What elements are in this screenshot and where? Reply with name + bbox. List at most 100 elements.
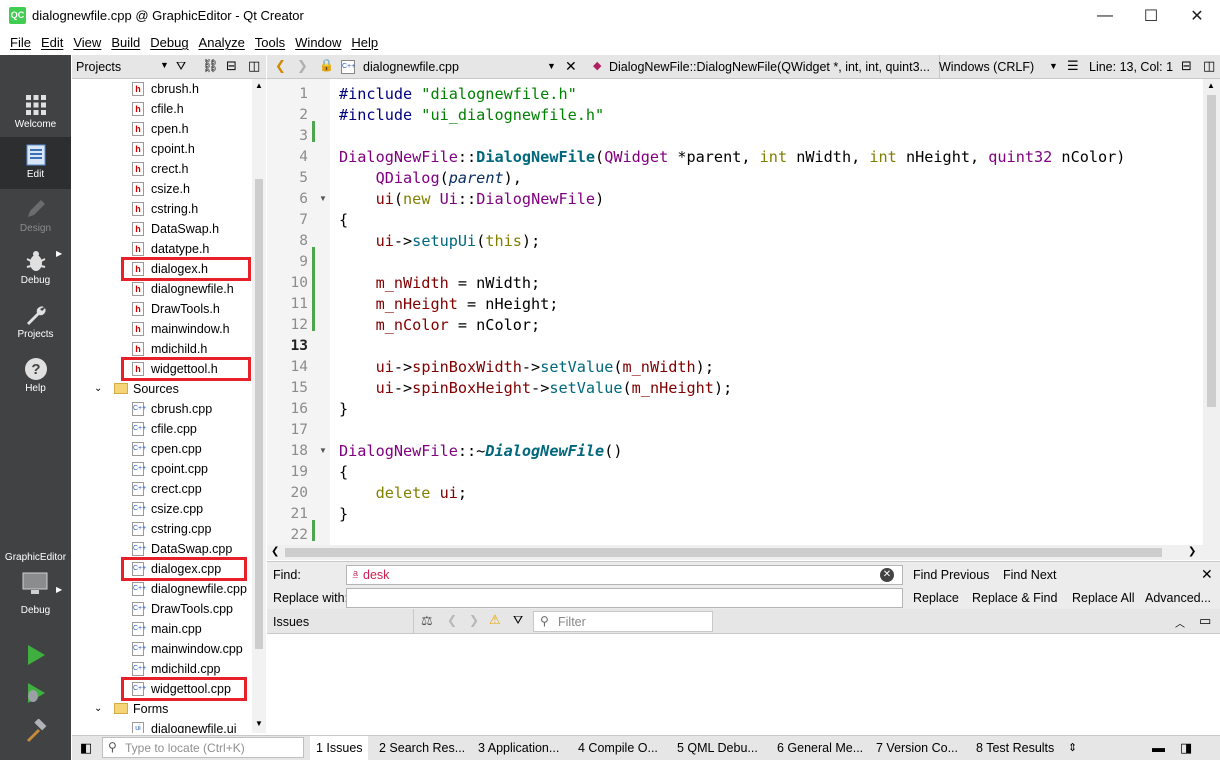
- find-previous-button[interactable]: Find Previous: [913, 568, 989, 582]
- symbol-selector[interactable]: DialogNewFile::DialogNewFile(QWidget *, …: [609, 60, 930, 74]
- tree-file[interactable]: h datatype.h: [72, 239, 252, 259]
- run-icon[interactable]: [24, 643, 48, 667]
- chevron-down-icon[interactable]: ▼: [547, 61, 556, 71]
- issues-filter-input[interactable]: ⚲ Filter: [533, 611, 713, 632]
- toggle-sidebar-icon[interactable]: ◧: [80, 740, 92, 756]
- output-tab-search-results[interactable]: 2 Search Res...: [379, 741, 465, 755]
- toggle-right-sidebar-icon[interactable]: ◨: [1180, 740, 1192, 756]
- tree-file[interactable]: h cbrush.h: [72, 79, 252, 99]
- menu-file[interactable]: File: [5, 32, 36, 50]
- open-document-selector[interactable]: dialognewfile.cpp: [363, 60, 459, 74]
- output-tab-version-control[interactable]: 7 Version Co...: [876, 741, 958, 755]
- tree-file[interactable]: ui dialognewfile.ui: [72, 719, 252, 733]
- editor-vertical-scrollbar[interactable]: ▲: [1203, 79, 1220, 545]
- split-icon[interactable]: ⊟: [1181, 58, 1192, 74]
- tree-file[interactable]: C++ csize.cpp: [72, 499, 252, 519]
- clear-icon[interactable]: ✕: [880, 568, 894, 582]
- tree-file[interactable]: h dialogex.h: [72, 257, 252, 281]
- replace-and-find-button[interactable]: Replace & Find: [972, 591, 1057, 605]
- filter-icon[interactable]: ⛛: [176, 59, 186, 74]
- locator-input[interactable]: ⚲ Type to locate (Ctrl+K): [102, 737, 304, 758]
- code-editor[interactable]: 1 2 3 4 5 6 7 8 9 10 11 12 13 14 15 16 17 18 19 20 21 22 ▼ ▼ …: [267, 79, 1220, 545]
- menu-build[interactable]: Build: [106, 32, 145, 50]
- fold-arrow-icon[interactable]: ▼: [319, 446, 327, 455]
- project-tree-scrollbar[interactable]: ▲ ▼: [252, 79, 266, 733]
- outline-icon[interactable]: ☰: [1067, 58, 1079, 74]
- menu-edit[interactable]: Edit: [36, 32, 68, 50]
- expand-arrow-icon[interactable]: ⌄: [94, 699, 102, 719]
- back-arrow-icon[interactable]: ❮: [275, 58, 286, 74]
- issues-list[interactable]: [267, 634, 1220, 734]
- chevron-down-icon[interactable]: ▼: [1049, 61, 1058, 71]
- chevron-down-icon[interactable]: ▼: [160, 60, 169, 70]
- filter-icon[interactable]: ⛛: [513, 613, 523, 628]
- close-pane-icon[interactable]: ◫: [248, 58, 260, 74]
- tree-file[interactable]: C++ DataSwap.cpp: [72, 539, 252, 559]
- progress-details-icon[interactable]: ▬: [1152, 740, 1165, 755]
- minimize-button[interactable]: —: [1082, 0, 1128, 32]
- scroll-down-icon[interactable]: ▼: [255, 719, 263, 728]
- tree-file[interactable]: C++ mdichild.cpp: [72, 659, 252, 679]
- split-icon[interactable]: ⊟: [226, 58, 237, 74]
- menu-window[interactable]: Window: [290, 32, 346, 50]
- tree-file[interactable]: C++ mainwindow.cpp: [72, 639, 252, 659]
- menu-view[interactable]: View: [68, 32, 106, 50]
- tree-file[interactable]: h DrawTools.h: [72, 299, 252, 319]
- tree-file[interactable]: C++ cpen.cpp: [72, 439, 252, 459]
- tree-file[interactable]: h cfile.h: [72, 99, 252, 119]
- mode-projects[interactable]: Projects: [0, 297, 71, 349]
- build-hammer-icon[interactable]: [24, 719, 48, 743]
- tree-folder-forms[interactable]: ⌄ Forms: [72, 699, 252, 719]
- close-find-icon[interactable]: ✕: [1201, 566, 1213, 583]
- scroll-right-icon[interactable]: ❯: [1188, 546, 1196, 557]
- tree-file[interactable]: C++ widgettool.cpp: [72, 677, 252, 701]
- kit-selector[interactable]: ▶ Debug: [0, 567, 71, 617]
- output-tab-general-messages[interactable]: 6 General Me...: [777, 741, 863, 755]
- scroll-up-icon[interactable]: ▲: [1207, 81, 1215, 90]
- expand-arrow-icon[interactable]: ⌄: [94, 379, 102, 399]
- maximize-button[interactable]: ☐: [1128, 0, 1174, 32]
- tree-file[interactable]: h cstring.h: [72, 199, 252, 219]
- find-input[interactable]: a̲ desk ✕: [346, 565, 903, 585]
- tree-file[interactable]: C++ crect.cpp: [72, 479, 252, 499]
- tree-file[interactable]: C++ cfile.cpp: [72, 419, 252, 439]
- scroll-left-icon[interactable]: ❮: [271, 546, 279, 557]
- replace-all-button[interactable]: Replace All: [1072, 591, 1135, 605]
- projects-view-selector[interactable]: Projects: [76, 60, 121, 74]
- tree-file[interactable]: C++ DrawTools.cpp: [72, 599, 252, 619]
- replace-input[interactable]: [346, 588, 903, 608]
- output-tab-test-results[interactable]: 8 Test Results: [976, 741, 1054, 755]
- tree-file[interactable]: h csize.h: [72, 179, 252, 199]
- fold-arrow-icon[interactable]: ▼: [319, 194, 327, 203]
- advanced-find-button[interactable]: Advanced...: [1145, 591, 1211, 605]
- tree-file[interactable]: C++ dialogex.cpp: [72, 557, 252, 581]
- tree-file[interactable]: C++ cpoint.cpp: [72, 459, 252, 479]
- close-pane-icon[interactable]: ▭: [1199, 613, 1211, 629]
- previous-item-icon[interactable]: ❮: [447, 613, 457, 627]
- tree-file[interactable]: h mainwindow.h: [72, 319, 252, 339]
- mode-design[interactable]: Design: [0, 191, 71, 243]
- next-item-icon[interactable]: ❯: [469, 613, 479, 627]
- tree-folder-sources[interactable]: ⌄ Sources: [72, 379, 252, 399]
- scrollbar-thumb[interactable]: [1207, 95, 1216, 407]
- tree-file[interactable]: C++ cstring.cpp: [72, 519, 252, 539]
- cursor-position[interactable]: Line: 13, Col: 1: [1089, 60, 1173, 74]
- scroll-up-icon[interactable]: ▲: [255, 81, 263, 90]
- mode-debug[interactable]: Debug ▶: [0, 243, 71, 295]
- tree-file[interactable]: h mdichild.h: [72, 339, 252, 359]
- tree-file[interactable]: h DataSwap.h: [72, 219, 252, 239]
- tree-file[interactable]: h crect.h: [72, 159, 252, 179]
- scrollbar-thumb[interactable]: [255, 179, 263, 649]
- close-split-icon[interactable]: ◫: [1203, 58, 1215, 74]
- tree-file[interactable]: h cpoint.h: [72, 139, 252, 159]
- menu-analyze[interactable]: Analyze: [194, 32, 250, 50]
- more-tabs-icon[interactable]: ⇕: [1068, 741, 1077, 754]
- output-tab-application-output[interactable]: 3 Application...: [478, 741, 559, 755]
- close-button[interactable]: ✕: [1174, 0, 1220, 32]
- search-options-icon[interactable]: a̲: [353, 568, 358, 578]
- replace-button[interactable]: Replace: [913, 591, 959, 605]
- warning-icon[interactable]: ⚠: [489, 612, 501, 628]
- tree-file[interactable]: C++ dialognewfile.cpp: [72, 579, 252, 599]
- tree-file[interactable]: C++ main.cpp: [72, 619, 252, 639]
- link-icon[interactable]: ⛓: [202, 58, 219, 74]
